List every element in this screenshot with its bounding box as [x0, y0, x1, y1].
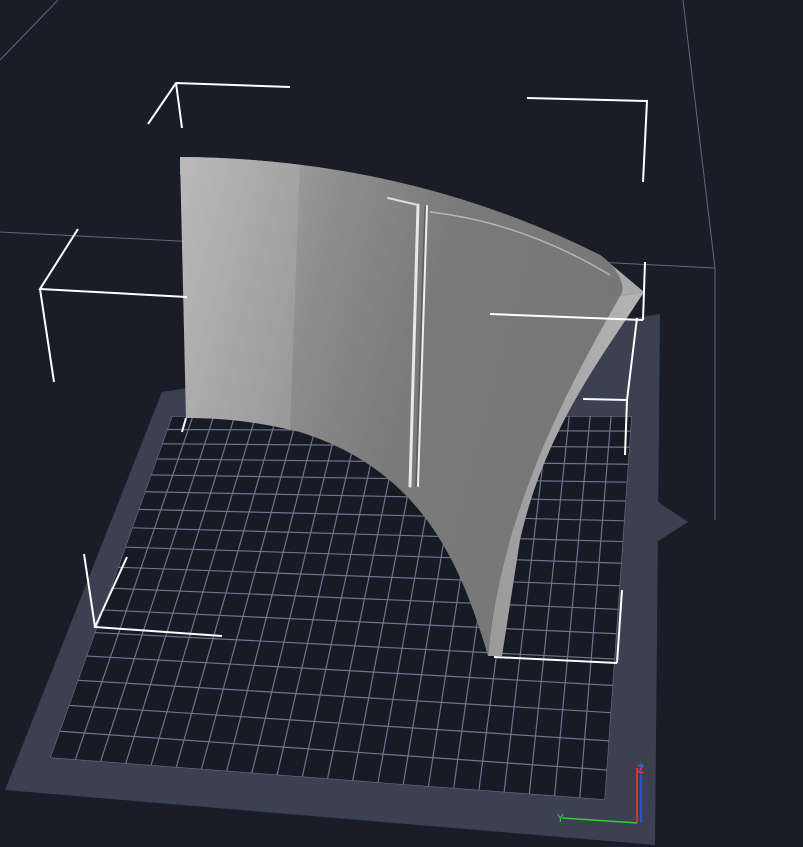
axis-z-label: Z [637, 763, 645, 776]
3d-viewport[interactable]: Y Z [0, 0, 803, 847]
bed-side-tab [655, 500, 688, 543]
axis-y-label: Y [556, 812, 564, 825]
